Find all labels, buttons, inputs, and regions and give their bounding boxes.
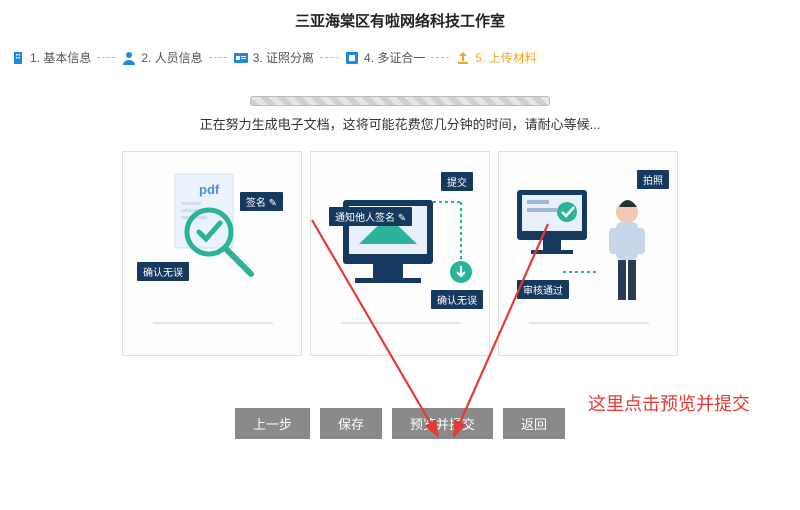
page-title: 三亚海棠区有啦网络科技工作室 — [0, 0, 800, 49]
step-upload-materials[interactable]: 5. 上传材料 — [455, 49, 536, 66]
status-text: 正在努力生成电子文档，这将可能花费您几分钟的时间，请耐心等候... — [0, 114, 800, 133]
preview-submit-button[interactable]: 预览并提交 — [392, 408, 493, 439]
step-label: 4. 多证合一 — [364, 49, 425, 66]
stack-icon — [344, 50, 360, 66]
tag-submit: 提交 — [441, 172, 473, 191]
progress-bar — [250, 96, 550, 106]
id-card-icon — [233, 50, 249, 66]
tag-confirm: 确认无误 — [137, 262, 189, 281]
card-approval: 拍照 审核通过 — [498, 151, 678, 356]
back-button[interactable]: 返回 — [503, 408, 565, 439]
building-icon — [10, 50, 26, 66]
step-dash — [209, 57, 227, 58]
step-label: 1. 基本信息 — [30, 49, 91, 66]
save-button[interactable]: 保存 — [320, 408, 382, 439]
card-notify-submit: 提交 通知他人签名 ✎ 确认无误 — [310, 151, 490, 356]
step-label: 5. 上传材料 — [475, 49, 536, 66]
tag-sign: 签名 ✎ — [240, 192, 283, 211]
person-icon — [121, 50, 137, 66]
step-basic-info[interactable]: 1. 基本信息 — [10, 49, 91, 66]
pdf-label: pdf — [199, 182, 220, 197]
step-bar: 1. 基本信息 2. 人员信息 3. 证照分离 4. 多证合一 5. 上传材料 — [0, 49, 800, 74]
upload-icon — [455, 50, 471, 66]
annotation-text: 这里点击预览并提交 — [588, 390, 750, 416]
step-dash — [320, 57, 338, 58]
step-dash — [431, 57, 449, 58]
prev-button[interactable]: 上一步 — [235, 408, 310, 439]
step-dash — [97, 57, 115, 58]
step-personnel[interactable]: 2. 人员信息 — [121, 49, 202, 66]
tag-approved: 审核通过 — [517, 280, 569, 299]
tag-notify: 通知他人签名 ✎ — [329, 207, 412, 226]
illustration-cards: pdf 确认无误 签名 ✎ 提交 通知他人签名 ✎ 确认无误 — [0, 151, 800, 356]
tag-confirm: 确认无误 — [431, 290, 483, 309]
step-multi-license[interactable]: 4. 多证合一 — [344, 49, 425, 66]
step-label: 3. 证照分离 — [253, 49, 314, 66]
step-label: 2. 人员信息 — [141, 49, 202, 66]
card-review-sign: pdf 确认无误 签名 ✎ — [122, 151, 302, 356]
tag-camera: 拍照 — [637, 170, 669, 189]
step-license-separation[interactable]: 3. 证照分离 — [233, 49, 314, 66]
